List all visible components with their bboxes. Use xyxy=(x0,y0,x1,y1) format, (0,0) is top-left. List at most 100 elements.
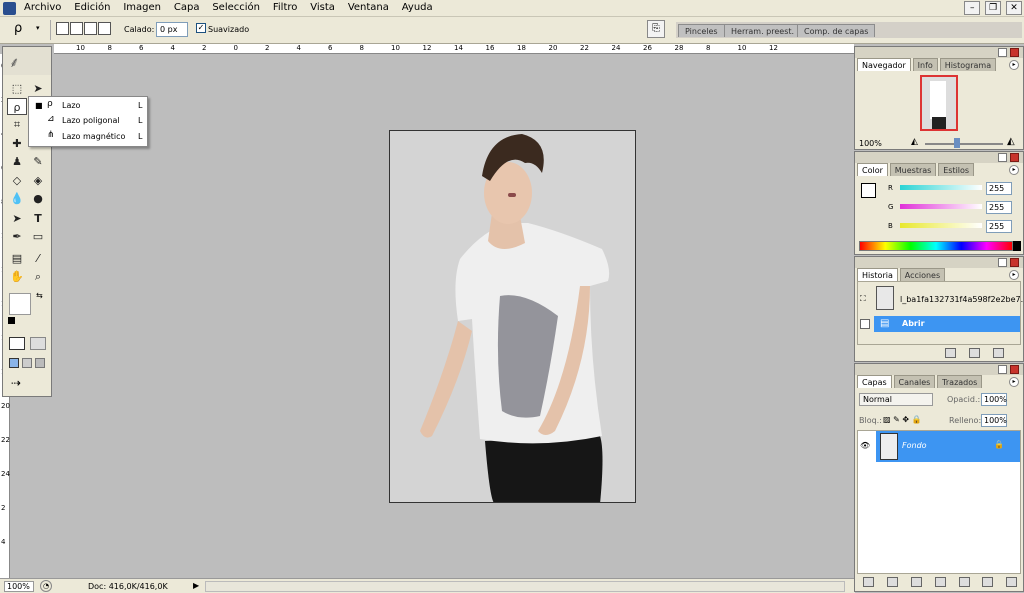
tab-historia[interactable]: Historia xyxy=(857,268,898,281)
zoom-out-icon[interactable]: ◭ xyxy=(911,137,918,147)
add-selection-mode-button[interactable] xyxy=(70,22,83,35)
history-snapshot-row[interactable]: ⛶ l_ba1fa132731f4a598f2e2be7... xyxy=(858,284,1024,312)
panel-minimize-icon[interactable] xyxy=(998,48,1007,57)
tab-info[interactable]: Info xyxy=(912,58,938,71)
calado-field[interactable]: 0 px xyxy=(156,22,188,37)
panel-minimize-icon[interactable] xyxy=(998,365,1007,374)
flyout-item-lazo-magnetico[interactable]: ⋔ Lazo magnético L xyxy=(29,129,147,144)
zoom-slider-thumb[interactable] xyxy=(954,138,960,148)
panel-close-icon[interactable] xyxy=(1010,365,1019,374)
default-colors-icon[interactable] xyxy=(8,317,15,324)
channel-g-slider[interactable] xyxy=(900,204,982,209)
fill-field[interactable]: 100% xyxy=(981,414,1007,427)
tab-histograma[interactable]: Histograma xyxy=(939,58,997,71)
spectrum-black-white-icon[interactable] xyxy=(1013,241,1021,251)
minimize-icon[interactable]: – xyxy=(964,1,981,15)
panel-menu-icon[interactable]: ▸ xyxy=(1009,270,1019,280)
notes-tool-icon[interactable]: ▤ xyxy=(7,250,27,267)
history-source-checkbox[interactable] xyxy=(860,319,870,329)
menu-filtro[interactable]: Filtro xyxy=(268,0,303,13)
suavizado-checkbox[interactable]: ✓ xyxy=(196,23,206,33)
link-layers-icon[interactable] xyxy=(863,577,874,587)
pen-tool-icon[interactable]: ✒ xyxy=(7,228,27,245)
zoom-slider[interactable] xyxy=(925,143,1003,145)
standard-mode-icon[interactable] xyxy=(9,337,25,350)
lock-icons[interactable]: ▨ ✎ ✥ 🔒 xyxy=(883,415,922,424)
new-layer-icon[interactable] xyxy=(982,577,994,587)
menu-edicion[interactable]: Edición xyxy=(69,0,115,13)
screen-mode-standard-icon[interactable] xyxy=(9,358,19,368)
foreground-color-swatch[interactable] xyxy=(9,293,31,315)
new-snapshot-icon[interactable] xyxy=(968,348,980,358)
tab-canales[interactable]: Canales xyxy=(893,375,936,388)
quick-mask-icon[interactable] xyxy=(30,337,46,350)
panel-minimize-icon[interactable] xyxy=(998,258,1007,267)
dodge-tool-icon[interactable]: ● xyxy=(28,190,48,207)
document-canvas[interactable] xyxy=(389,130,636,503)
move-tool-icon[interactable]: ➤ xyxy=(28,80,48,97)
layer-style-icon[interactable] xyxy=(886,577,898,587)
tab-navegador[interactable]: Navegador xyxy=(857,58,911,71)
screen-mode-full-icon[interactable] xyxy=(35,358,45,368)
imageready-jump-icon[interactable]: ⇢ xyxy=(11,376,21,390)
adjustment-layer-icon[interactable] xyxy=(934,577,946,587)
navigator-thumbnail[interactable] xyxy=(920,75,958,131)
menu-ayuda[interactable]: Ayuda xyxy=(397,0,438,13)
menu-ventana[interactable]: Ventana xyxy=(343,0,394,13)
channel-g-value[interactable]: 255 xyxy=(986,201,1012,214)
zoom-field[interactable]: 100% xyxy=(4,581,34,592)
layer-row-fondo[interactable]: Fondo 🔒 xyxy=(876,431,1020,462)
tab-acciones[interactable]: Acciones xyxy=(899,268,946,281)
blur-tool-icon[interactable]: 💧 xyxy=(7,190,27,207)
tab-estilos[interactable]: Estilos xyxy=(938,163,975,176)
horizontal-scrollbar[interactable] xyxy=(205,581,845,592)
channel-r-value[interactable]: 255 xyxy=(986,182,1012,195)
new-document-from-state-icon[interactable] xyxy=(945,348,956,358)
panel-close-icon[interactable] xyxy=(1010,258,1019,267)
well-tab-comp-capas[interactable]: Comp. de capas xyxy=(797,24,876,37)
eyedropper-icon[interactable]: ⁄ xyxy=(28,250,48,267)
photoshop-app-icon[interactable] xyxy=(3,2,16,15)
eye-visibility-icon[interactable]: 👁 xyxy=(860,441,870,450)
navigator-zoom-value[interactable]: 100% xyxy=(859,139,882,148)
panel-close-icon[interactable] xyxy=(1010,153,1019,162)
flyout-item-lazo[interactable]: ■ ρ Lazo L xyxy=(29,98,147,113)
snapshot-source-icon[interactable]: ⛶ xyxy=(860,294,866,304)
channel-r-slider[interactable] xyxy=(900,185,982,190)
menu-capa[interactable]: Capa xyxy=(169,0,205,13)
marquee-tool-icon[interactable]: ⬚ xyxy=(7,80,27,97)
tab-color[interactable]: Color xyxy=(857,163,888,176)
history-step-row[interactable]: ▤ Abrir xyxy=(874,316,1020,332)
lasso-tool-icon[interactable]: ρ xyxy=(7,98,27,115)
path-selection-icon[interactable]: ➤ xyxy=(7,210,27,227)
opacity-field[interactable]: 100% xyxy=(981,393,1007,406)
new-selection-mode-button[interactable] xyxy=(56,22,69,35)
crop-tool-icon[interactable]: ⌗ xyxy=(7,116,27,133)
channel-b-value[interactable]: 255 xyxy=(986,220,1012,233)
shape-tool-icon[interactable]: ▭ xyxy=(28,228,48,245)
zoom-tool-icon[interactable]: ⌕ xyxy=(28,268,48,285)
type-tool-icon[interactable]: T xyxy=(28,210,48,227)
eraser-tool-icon[interactable]: ◇ xyxy=(7,172,27,189)
lasso-tool-preset-icon[interactable]: ρ xyxy=(14,21,22,36)
tab-muestras[interactable]: Muestras xyxy=(889,163,937,176)
screen-mode-menu-icon[interactable] xyxy=(22,358,32,368)
well-tab-herram[interactable]: Herram. preest. xyxy=(724,24,802,37)
tab-trazados[interactable]: Trazados xyxy=(937,375,983,388)
history-brush-icon[interactable]: ✎ xyxy=(28,153,48,170)
layer-mask-icon[interactable] xyxy=(910,577,922,587)
menu-vista[interactable]: Vista xyxy=(305,0,340,13)
hand-tool-icon[interactable]: ✋ xyxy=(7,268,27,285)
intersect-selection-mode-button[interactable] xyxy=(98,22,111,35)
zoom-in-icon[interactable]: ◭ xyxy=(1007,136,1015,147)
well-tab-pinceles[interactable]: Pinceles xyxy=(678,24,725,37)
menu-seleccion[interactable]: Selección xyxy=(207,0,265,13)
panel-menu-icon[interactable]: ▸ xyxy=(1009,165,1019,175)
restore-icon[interactable]: ❐ xyxy=(985,1,1002,15)
paint-bucket-icon[interactable]: ◈ xyxy=(28,172,48,189)
menu-archivo[interactable]: Archivo xyxy=(19,0,66,13)
color-fg-swatch[interactable] xyxy=(861,183,876,198)
status-menu-icon[interactable]: ◔ xyxy=(40,580,52,592)
delete-state-icon[interactable] xyxy=(992,348,1004,358)
healing-brush-icon[interactable]: ✚ xyxy=(7,135,27,152)
